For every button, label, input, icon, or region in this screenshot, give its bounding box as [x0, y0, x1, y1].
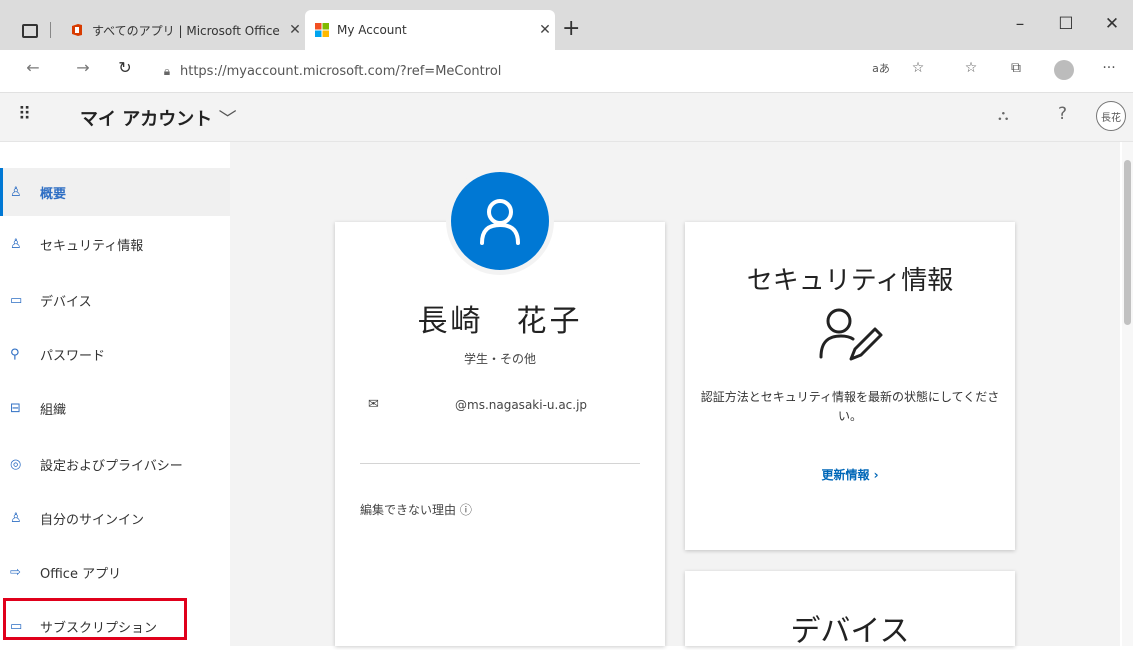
scrollbar-thumb[interactable]	[1124, 160, 1131, 325]
close-window-button[interactable]: ✕	[1092, 14, 1132, 34]
tab-title: My Account	[337, 23, 407, 37]
avatar[interactable]: 長花	[1096, 101, 1126, 131]
back-icon[interactable]: ←	[20, 58, 46, 77]
tab-title: すべてのアプリ | Microsoft Office	[92, 23, 280, 38]
profile-card	[335, 222, 665, 646]
app-title: マイ アカウント	[80, 109, 213, 130]
tab-my-account[interactable]: My Account ✕	[305, 10, 555, 50]
refresh-icon[interactable]: ↻	[112, 58, 138, 77]
url-text: https://myaccount.microsoft.com/?ref=MeC…	[180, 63, 502, 79]
browser-profile-icon[interactable]	[1054, 60, 1074, 80]
sidebar-item-label: パスワード	[40, 348, 106, 364]
sidebar-item-devices[interactable]: ▭ デバイス	[0, 276, 230, 324]
maximize-button[interactable]: ☐	[1046, 14, 1086, 34]
sidebar-item-label: デバイス	[40, 294, 92, 310]
sidebar-item-label: 設定およびプライバシー	[40, 458, 183, 474]
sidebar-item-label: Office アプリ	[40, 566, 122, 582]
microsoft-icon	[315, 23, 329, 37]
sidebar-item-overview[interactable]: ♙ 概要	[0, 168, 230, 216]
laptop-icon: ▭	[10, 292, 23, 308]
app-launcher-icon[interactable]: ⠿	[18, 104, 31, 125]
add-favorite-icon[interactable]: ☆	[905, 60, 931, 76]
office-apps-icon: ⇨	[10, 564, 21, 580]
sidebar-item-label: 概要	[40, 186, 67, 202]
signin-icon: ♙	[10, 510, 22, 526]
why-cant-edit-link[interactable]: 編集できない理由 ⓘ	[360, 501, 472, 518]
sidebar: ♙ 概要 ♙ セキュリティ情報 ▭ デバイス ⚲ パスワード ⊟ 組織 ◎ 設定…	[0, 142, 230, 646]
person-icon	[480, 199, 520, 245]
security-card-title: セキュリティ情報	[746, 266, 954, 296]
user-email: @ms.nagasaki-u.ac.jp	[455, 398, 588, 412]
user-name: 長崎 花子	[417, 304, 583, 339]
sidebar-item-security-info[interactable]: ♙ セキュリティ情報	[0, 220, 230, 268]
sidebar-item-label: セキュリティ情報	[40, 238, 144, 254]
tab-office[interactable]: すべてのアプリ | Microsoft Office ✕	[60, 10, 305, 50]
person-icon: ♙	[10, 184, 22, 200]
security-card-description: 認証方法とセキュリティ情報を最新の状態にしてください。	[700, 390, 1000, 423]
security-info-icon: ♙	[10, 236, 22, 252]
more-options-icon[interactable]: ···	[1096, 60, 1122, 76]
user-role: 学生・その他	[463, 352, 536, 366]
help-icon[interactable]: ?	[1058, 104, 1067, 124]
sidebar-item-password[interactable]: ⚲ パスワード	[0, 330, 230, 378]
new-tab-button[interactable]: +	[562, 16, 580, 41]
key-icon: ⚲	[10, 346, 20, 362]
profile-avatar[interactable]	[446, 167, 554, 275]
close-tab-icon[interactable]: ✕	[285, 22, 305, 38]
office-icon	[72, 24, 82, 36]
mail-icon: ✉	[368, 397, 379, 412]
devices-card-title: デバイス	[790, 614, 910, 649]
sidebar-item-settings-privacy[interactable]: ◎ 設定およびプライバシー	[0, 440, 230, 488]
tab-separator	[50, 22, 51, 38]
collections-icon[interactable]: ⧉	[1003, 60, 1029, 76]
read-aloud-icon[interactable]: aあ	[868, 60, 894, 76]
update-info-link[interactable]: 更新情報 ›	[685, 466, 1015, 483]
app-title-menu[interactable]: マイ アカウント ﹀	[80, 105, 237, 131]
sidebar-item-organizations[interactable]: ⊟ 組織	[0, 384, 230, 432]
divider	[360, 463, 640, 464]
sidebar-item-label: 組織	[40, 402, 67, 418]
highlight-box	[3, 598, 187, 640]
sidebar-item-my-signins[interactable]: ♙ 自分のサインイン	[0, 494, 230, 542]
tab-actions-icon[interactable]	[22, 24, 38, 38]
security-info-icon	[819, 308, 883, 361]
sidebar-item-office-apps[interactable]: ⇨ Office アプリ	[0, 548, 230, 596]
minimize-button[interactable]: –	[1000, 14, 1040, 34]
chevron-down-icon: ﹀	[218, 109, 237, 130]
settings-icon: ◎	[10, 456, 22, 472]
favorites-icon[interactable]: ☆	[958, 60, 984, 76]
address-bar[interactable]: 🔒︎ https://myaccount.microsoft.com/?ref=…	[154, 57, 934, 85]
lock-icon[interactable]: 🔒︎	[154, 64, 180, 79]
organization-icon[interactable]: ⛬	[998, 106, 1009, 124]
forward-icon[interactable]: →	[70, 58, 96, 77]
close-tab-icon[interactable]: ✕	[535, 22, 555, 38]
briefcase-icon: ⊟	[10, 400, 21, 416]
sidebar-item-label: 自分のサインイン	[40, 512, 145, 528]
